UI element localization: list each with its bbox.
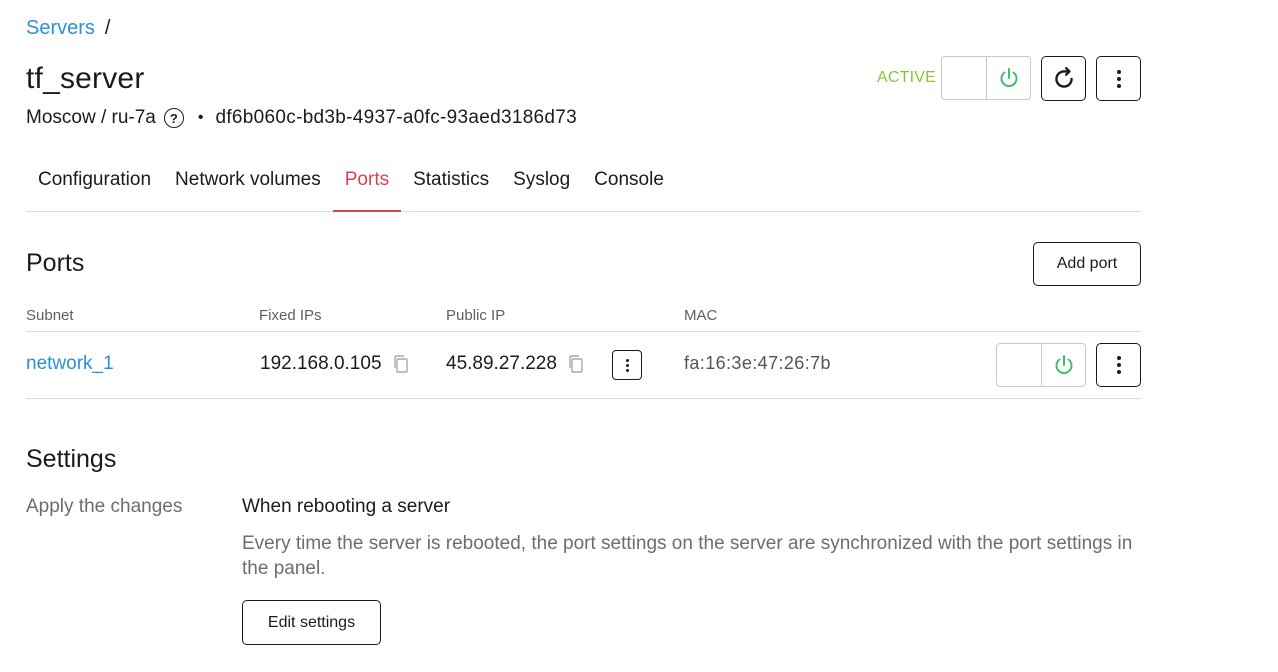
power-off-segment[interactable] bbox=[942, 57, 986, 99]
server-id: df6b060c-bd3b-4937-a0fc-93aed3186d73 bbox=[215, 107, 578, 128]
server-location: Moscow / ru-7a bbox=[26, 107, 156, 128]
breadcrumb-servers-link[interactable]: Servers bbox=[26, 17, 95, 40]
server-ports-page: Servers / tf_server Moscow / ru-7a ? • d… bbox=[0, 0, 1278, 672]
tab-network-volumes[interactable]: Network volumes bbox=[163, 166, 333, 211]
public-ip-cell: 45.89.27.228 bbox=[446, 353, 585, 375]
tab-bar: Configuration Network volumes Ports Stat… bbox=[26, 166, 1141, 212]
tab-syslog[interactable]: Syslog bbox=[501, 166, 582, 211]
settings-heading: When rebooting a server bbox=[242, 496, 451, 517]
column-header-public-ip: Public IP bbox=[446, 307, 506, 324]
settings-section-title: Settings bbox=[26, 445, 117, 473]
column-header-mac: MAC bbox=[684, 307, 718, 324]
column-header-subnet: Subnet bbox=[26, 307, 74, 324]
table-row-divider bbox=[26, 398, 1141, 399]
status-badge: ACTIVE bbox=[877, 69, 936, 86]
fixed-ip-value: 192.168.0.105 bbox=[260, 353, 382, 374]
page-title: tf_server bbox=[26, 62, 145, 95]
settings-label: Apply the changes bbox=[26, 496, 183, 517]
kebab-menu-icon bbox=[1116, 356, 1121, 374]
server-power-toggle[interactable] bbox=[941, 56, 1031, 100]
server-meta: Moscow / ru-7a ? • df6b060c-bd3b-4937-a0… bbox=[26, 107, 577, 129]
reboot-button[interactable] bbox=[1041, 56, 1086, 101]
kebab-menu-icon bbox=[1116, 69, 1121, 88]
breadcrumb: Servers / bbox=[26, 17, 110, 40]
power-icon bbox=[1055, 355, 1072, 374]
port-more-button[interactable] bbox=[1096, 343, 1141, 387]
public-ip-more-button[interactable] bbox=[612, 350, 642, 380]
edit-settings-button[interactable]: Edit settings bbox=[242, 600, 381, 645]
port-power-toggle[interactable] bbox=[996, 343, 1086, 387]
tab-ports[interactable]: Ports bbox=[332, 166, 402, 212]
public-ip-value: 45.89.27.228 bbox=[446, 353, 557, 374]
subnet-link[interactable]: network_1 bbox=[26, 353, 114, 375]
reboot-icon bbox=[1054, 66, 1073, 88]
kebab-menu-icon bbox=[625, 358, 629, 372]
table-header-divider bbox=[26, 331, 1141, 332]
server-more-button[interactable] bbox=[1096, 56, 1141, 101]
settings-description: Every time the server is rebooted, the p… bbox=[242, 533, 1133, 579]
tab-console[interactable]: Console bbox=[582, 166, 676, 211]
power-icon bbox=[1000, 68, 1017, 87]
ports-section-title: Ports bbox=[26, 249, 85, 277]
copy-icon[interactable] bbox=[567, 354, 585, 374]
port-off-segment[interactable] bbox=[997, 344, 1041, 386]
question-circle-icon[interactable]: ? bbox=[163, 108, 184, 128]
mac-address: fa:16:3e:47:26:7b bbox=[684, 353, 831, 373]
copy-icon[interactable] bbox=[392, 354, 410, 374]
separator-bullet: • bbox=[197, 109, 204, 126]
breadcrumb-separator: / bbox=[104, 17, 111, 39]
column-header-fixed-ips: Fixed IPs bbox=[259, 307, 322, 324]
add-port-button[interactable]: Add port bbox=[1033, 242, 1141, 286]
fixed-ip-cell: 192.168.0.105 bbox=[260, 353, 410, 375]
port-on-segment[interactable] bbox=[1041, 344, 1085, 386]
power-on-segment[interactable] bbox=[986, 57, 1030, 99]
tab-configuration[interactable]: Configuration bbox=[26, 166, 163, 211]
tab-statistics[interactable]: Statistics bbox=[401, 166, 501, 211]
